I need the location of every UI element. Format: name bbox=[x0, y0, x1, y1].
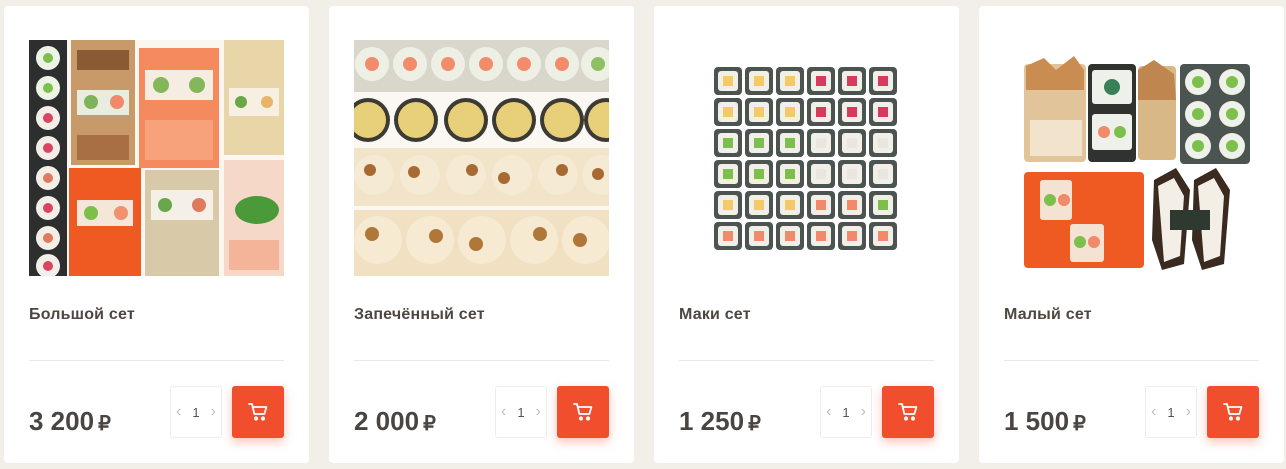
product-card[interactable]: Большой сет 3 200 ₽ ‹ 1 › bbox=[4, 6, 309, 463]
cart-icon bbox=[573, 403, 593, 421]
product-price: 1 250 ₽ bbox=[679, 406, 761, 437]
quantity-stepper[interactable]: ‹ 1 › bbox=[1145, 386, 1197, 438]
product-price: 2 000 ₽ bbox=[354, 406, 436, 437]
product-image[interactable] bbox=[679, 40, 934, 276]
product-grid: Большой сет 3 200 ₽ ‹ 1 › Запечённый сет… bbox=[4, 6, 1284, 463]
product-image[interactable] bbox=[354, 40, 609, 276]
quantity-stepper[interactable]: ‹ 1 › bbox=[170, 386, 222, 438]
chevron-right-icon[interactable]: › bbox=[1186, 403, 1191, 421]
divider bbox=[354, 360, 609, 361]
currency-sign: ₽ bbox=[1073, 413, 1086, 435]
product-image[interactable] bbox=[29, 40, 284, 276]
chevron-left-icon[interactable]: ‹ bbox=[826, 403, 831, 421]
currency-sign: ₽ bbox=[748, 413, 761, 435]
divider bbox=[1004, 360, 1259, 361]
quantity-value[interactable]: 1 bbox=[842, 405, 849, 420]
chevron-left-icon[interactable]: ‹ bbox=[1151, 403, 1156, 421]
quantity-value[interactable]: 1 bbox=[1167, 405, 1174, 420]
product-price: 3 200 ₽ bbox=[29, 406, 111, 437]
quantity-stepper[interactable]: ‹ 1 › bbox=[495, 386, 547, 438]
price-value: 1 250 bbox=[679, 406, 745, 436]
chevron-left-icon[interactable]: ‹ bbox=[176, 403, 181, 421]
product-price: 1 500 ₽ bbox=[1004, 406, 1086, 437]
chevron-left-icon[interactable]: ‹ bbox=[501, 403, 506, 421]
product-name[interactable]: Большой сет bbox=[29, 306, 135, 324]
quantity-stepper[interactable]: ‹ 1 › bbox=[820, 386, 872, 438]
add-to-cart-button[interactable] bbox=[232, 386, 284, 438]
cart-icon bbox=[898, 403, 918, 421]
divider bbox=[29, 360, 284, 361]
add-to-cart-button[interactable] bbox=[557, 386, 609, 438]
product-card[interactable]: Запечённый сет 2 000 ₽ ‹ 1 › bbox=[329, 6, 634, 463]
price-value: 2 000 bbox=[354, 406, 420, 436]
cart-icon bbox=[1223, 403, 1243, 421]
currency-sign: ₽ bbox=[98, 413, 111, 435]
add-to-cart-button[interactable] bbox=[882, 386, 934, 438]
divider bbox=[679, 360, 934, 361]
product-image[interactable] bbox=[1004, 40, 1259, 276]
chevron-right-icon[interactable]: › bbox=[536, 403, 541, 421]
price-value: 1 500 bbox=[1004, 406, 1070, 436]
add-to-cart-button[interactable] bbox=[1207, 386, 1259, 438]
price-value: 3 200 bbox=[29, 406, 95, 436]
product-card[interactable]: Маки сет 1 250 ₽ ‹ 1 › bbox=[654, 6, 959, 463]
product-name[interactable]: Маки сет bbox=[679, 306, 751, 324]
product-card[interactable]: Малый сет 1 500 ₽ ‹ 1 › bbox=[979, 6, 1284, 463]
chevron-right-icon[interactable]: › bbox=[211, 403, 216, 421]
cart-icon bbox=[248, 403, 268, 421]
product-name[interactable]: Запечённый сет bbox=[354, 306, 485, 324]
product-name[interactable]: Малый сет bbox=[1004, 306, 1092, 324]
currency-sign: ₽ bbox=[423, 413, 436, 435]
chevron-right-icon[interactable]: › bbox=[861, 403, 866, 421]
quantity-value[interactable]: 1 bbox=[517, 405, 524, 420]
quantity-value[interactable]: 1 bbox=[192, 405, 199, 420]
